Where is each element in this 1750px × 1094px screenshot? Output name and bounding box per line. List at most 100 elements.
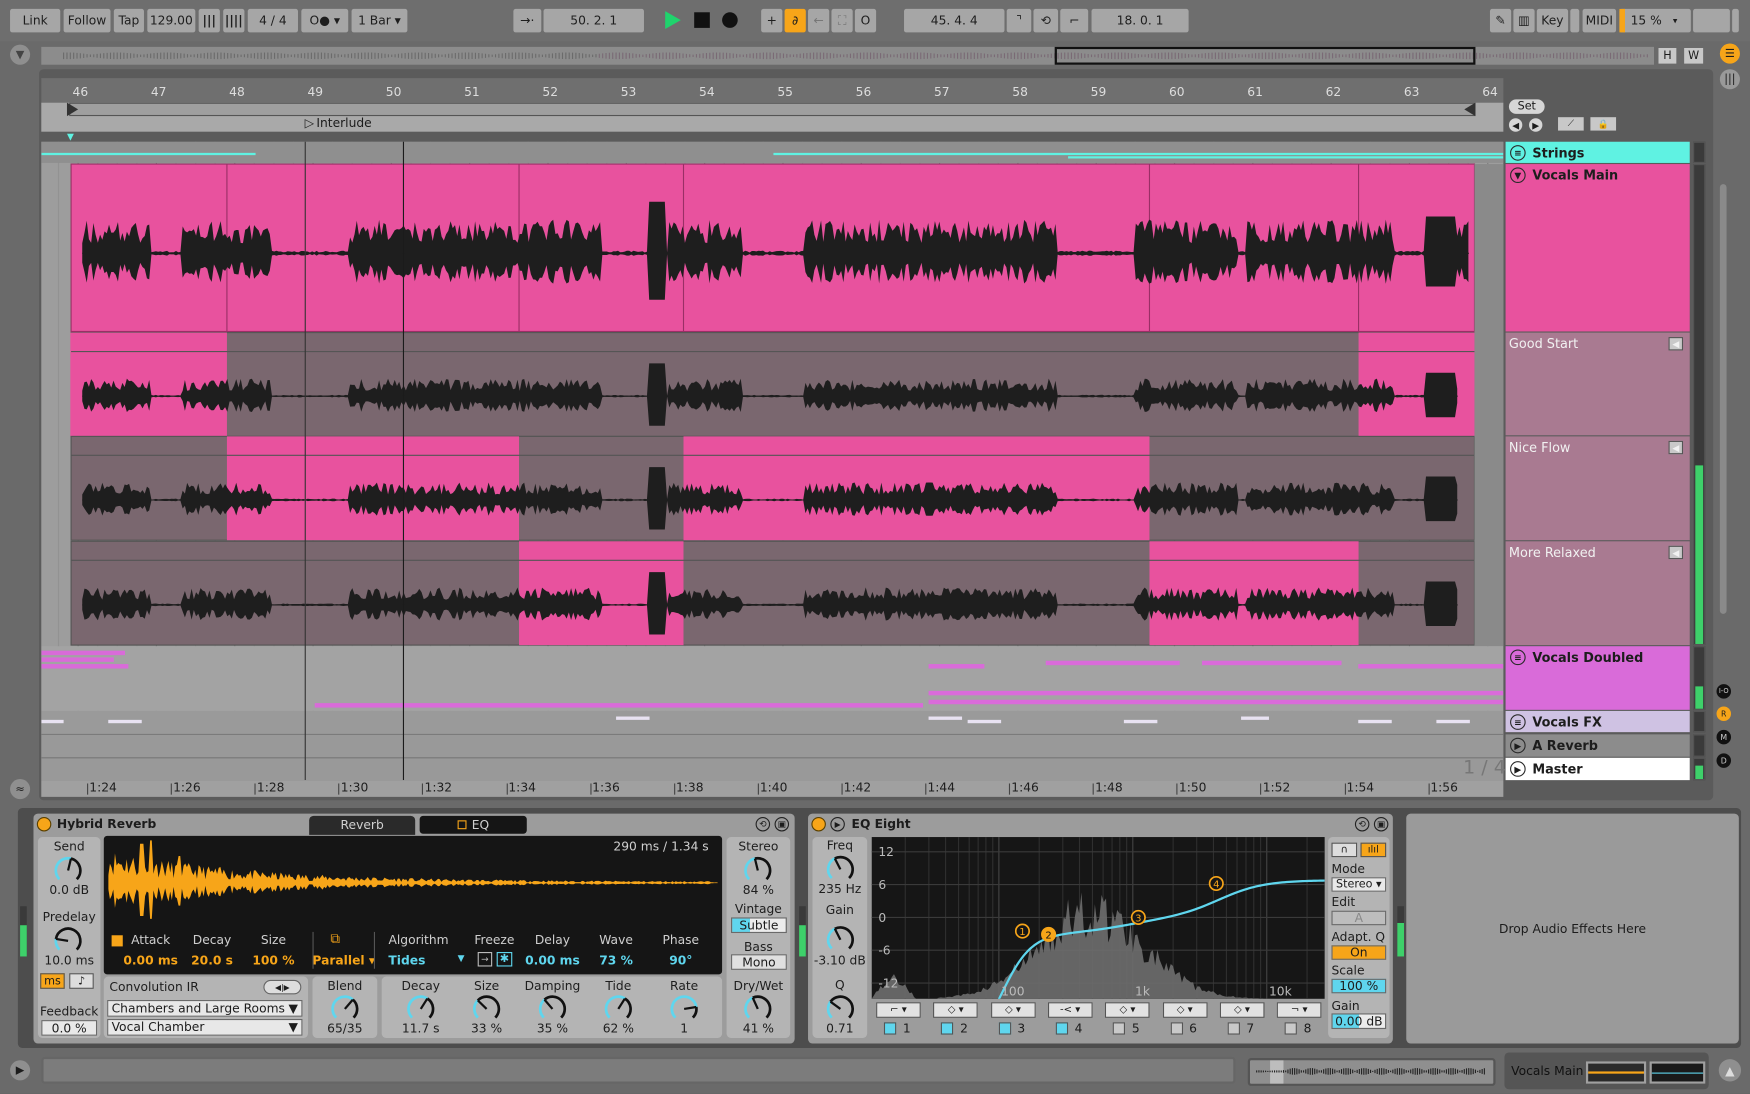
returns-toggle-button[interactable]: R — [1716, 706, 1732, 721]
doubled-clip[interactable] — [1202, 660, 1342, 666]
eq-band-handle-2[interactable]: 2 — [1041, 926, 1057, 942]
doubled-clip[interactable] — [1045, 660, 1180, 666]
ir-category-select[interactable]: Chambers and Large Rooms ▼ — [107, 999, 303, 1017]
band-filter-type-select[interactable]: ⌐ ▾ — [876, 1002, 921, 1018]
bass-mono-button[interactable]: Mono — [731, 954, 787, 970]
save-preset-icon[interactable]: ▣ — [1373, 816, 1389, 832]
session-record-button[interactable]: O — [854, 8, 877, 33]
bar-number[interactable]: 63 — [1404, 85, 1420, 100]
previous-locator-button[interactable]: ◀ — [1508, 118, 1523, 132]
tab-eq[interactable]: EQ — [419, 815, 527, 834]
next-locator-button[interactable]: ▶ — [1529, 118, 1543, 132]
adaptive-q-toggle[interactable]: On — [1331, 945, 1387, 960]
fx-clip[interactable] — [1241, 716, 1269, 720]
loop-start-field[interactable]: 45. 4. 4 — [904, 8, 1005, 33]
bar-number[interactable]: 55 — [777, 85, 793, 100]
quantization-select[interactable]: 1 Bar ▾ — [351, 8, 408, 33]
param-value[interactable]: Parallel ▾ — [305, 953, 383, 968]
group-icon[interactable]: ≡ — [1510, 145, 1526, 161]
output-gain-field[interactable]: 0.00 dB — [1331, 1013, 1387, 1030]
bar-number[interactable]: 50 — [386, 85, 402, 100]
stop-button[interactable] — [694, 12, 710, 28]
freeze-button[interactable]: ✱ — [496, 952, 513, 967]
tab-reverb[interactable]: Reverb — [309, 815, 416, 835]
eq-display[interactable]: 1 2341260-6-12100 1k 10k — [871, 837, 1325, 999]
band-filter-type-select[interactable]: ¬ ▾ — [1276, 1002, 1322, 1018]
bar-number[interactable]: 51 — [464, 85, 480, 100]
automation-arm-button[interactable]: ∂ — [784, 8, 806, 33]
take-lane-header[interactable]: Good Start ◀ — [1505, 332, 1690, 436]
vertical-scrollbar[interactable] — [1719, 184, 1727, 614]
optimize-width-button[interactable]: W — [1684, 47, 1704, 64]
punch-out-button[interactable]: ⌐ — [1060, 8, 1089, 33]
audition-headphones-icon[interactable]: ∩ — [1331, 842, 1358, 858]
edit-channel-button[interactable]: A — [1331, 910, 1387, 926]
fx-clip[interactable] — [1436, 719, 1470, 724]
follow-button[interactable]: Follow — [63, 8, 111, 33]
algorithm-dropdown-arrow[interactable]: ▼ — [458, 953, 465, 963]
take-lane-header[interactable]: More Relaxed ◀ — [1505, 541, 1690, 646]
time-signature-field[interactable]: 4 / 4 — [247, 8, 298, 33]
fx-clip[interactable] — [1358, 719, 1392, 724]
device-on-toggle[interactable] — [36, 816, 52, 832]
fx-clip[interactable] — [967, 719, 1002, 724]
cpu-load-meter[interactable]: 15 % ▾ — [1619, 8, 1691, 33]
track-header-vocals-main[interactable]: ▼ Vocals Main — [1505, 164, 1690, 332]
speaker-icon[interactable]: ◀ — [1668, 337, 1684, 351]
preview-play-icon[interactable]: ▶ — [830, 816, 845, 832]
band-filter-type-select[interactable]: -< ▾ — [1047, 1002, 1093, 1018]
mode-select[interactable]: Stereo ▾ — [1331, 877, 1387, 892]
bar-number[interactable]: 57 — [934, 85, 950, 100]
locator-interlude[interactable]: ▷ Interlude — [305, 116, 372, 131]
track-header-strings[interactable]: ≡ Strings — [1505, 141, 1690, 163]
fx-clip[interactable] — [928, 716, 963, 720]
track-header-a-reverb[interactable]: ▶ A Reverb — [1505, 734, 1690, 757]
bar-number[interactable]: 53 — [621, 85, 637, 100]
track-lanes[interactable] — [41, 141, 1504, 781]
overdub-button[interactable]: + — [761, 8, 783, 33]
fx-clip[interactable] — [108, 719, 142, 724]
feedback-field[interactable]: 0.0 % — [41, 1020, 98, 1036]
save-preset-icon[interactable]: ▣ — [774, 816, 790, 832]
bar-number[interactable]: 59 — [1091, 85, 1107, 100]
device-on-toggle[interactable] — [811, 816, 826, 832]
speaker-icon[interactable]: ◀ — [1668, 545, 1684, 560]
nudge-up-icon[interactable]: |||| — [223, 8, 245, 33]
play-icon[interactable]: ▶ — [1510, 761, 1526, 777]
tempo-field[interactable]: 129.00 — [147, 8, 196, 33]
bar-number[interactable]: 60 — [1169, 85, 1185, 100]
key-map-button[interactable]: Key — [1536, 8, 1569, 33]
fx-clip[interactable] — [41, 719, 64, 724]
bar-number[interactable]: 46 — [73, 85, 89, 100]
arrangement-overview[interactable] — [41, 46, 1655, 65]
loop-switch-button[interactable]: ⟲ — [1033, 8, 1059, 33]
midi-map-button[interactable]: MIDI — [1582, 8, 1617, 33]
hot-swap-icon[interactable]: ⟲ — [1354, 816, 1370, 832]
take-lane-header[interactable]: Nice Flow ◀ — [1505, 436, 1690, 541]
band-enable-toggle[interactable] — [941, 1022, 954, 1035]
hot-swap-icon[interactable]: ⟲ — [755, 816, 771, 832]
doubled-clip[interactable] — [928, 699, 1504, 705]
loop-length-field[interactable]: 18. 0. 1 — [1091, 8, 1189, 33]
track-header-vocals-doubled[interactable]: ≡ Vocals Doubled — [1505, 646, 1690, 710]
doubled-clip[interactable] — [928, 690, 1504, 696]
loop-end-marker-icon[interactable] — [1464, 102, 1476, 117]
follow-arrow-icon[interactable]: →· — [513, 8, 542, 33]
eq-band-handle-3[interactable]: 3 — [1130, 909, 1146, 925]
automation-mode-button[interactable]: ⟋ — [1558, 117, 1584, 131]
eq-enable-checkbox[interactable] — [457, 820, 467, 830]
collapse-button[interactable]: ▼ — [10, 44, 31, 65]
param-value[interactable]: 90° — [642, 953, 720, 968]
record-button[interactable] — [722, 12, 738, 28]
bar-number[interactable]: 48 — [229, 85, 245, 100]
device-thumbnail-reverb[interactable] — [1585, 1061, 1647, 1084]
track-header-vocals-fx[interactable]: ≡ Vocals FX — [1505, 710, 1690, 733]
device-thumbnail-eq[interactable] — [1649, 1061, 1706, 1084]
bar-number[interactable]: 52 — [542, 85, 558, 100]
bar-number[interactable]: 49 — [307, 85, 323, 100]
eq-band-handle-1[interactable]: 1 — [1014, 923, 1030, 939]
freeze-in-button[interactable]: → — [477, 952, 493, 967]
band-enable-toggle[interactable] — [1055, 1022, 1068, 1035]
beat-time-ruler[interactable] — [41, 78, 1504, 103]
mixer-toggle-icon[interactable]: ||| — [1719, 69, 1740, 90]
